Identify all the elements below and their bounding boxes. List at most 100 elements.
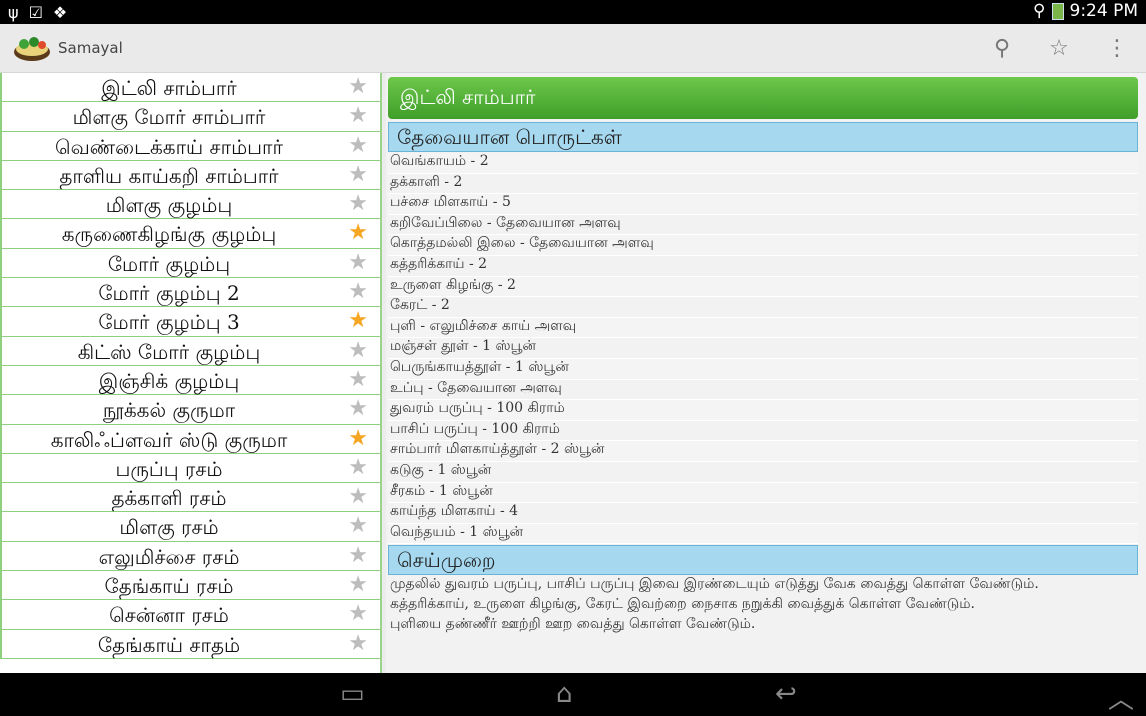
favorite-star-icon[interactable]: ★: [348, 426, 368, 451]
star-icon[interactable]: ☆: [1045, 34, 1073, 62]
status-bar: ψ ☑ ❖ ⚲ 9:24 PM: [0, 0, 1146, 24]
favorite-star-icon[interactable]: ★: [348, 192, 368, 216]
usb-icon: ψ: [8, 3, 19, 22]
recipe-list-item[interactable]: எலுமிச்சை ரசம் ★: [0, 541, 380, 572]
ingredient-item: வெந்தயம் - 1 ஸ்பூன்: [388, 523, 1138, 545]
search-icon[interactable]: ⚲: [988, 34, 1016, 62]
ingredient-item: கறிவேப்பிலை - தேவையான அளவு: [388, 215, 1138, 236]
app-logo-icon[interactable]: [12, 32, 52, 62]
ingredient-item: கேரட் - 2: [388, 297, 1138, 318]
recipe-label: மிளகு ரசம்: [119, 515, 219, 540]
overflow-menu-icon[interactable]: ⋮: [1103, 34, 1131, 62]
recipe-list-item[interactable]: தாளிய காய்கறி சாம்பார் ★: [0, 160, 380, 191]
recipe-label: தேங்காய் சாதம்: [97, 632, 241, 657]
favorite-star-icon[interactable]: ★: [348, 250, 368, 275]
app-title: Samayal: [58, 39, 123, 57]
recipe-list-item[interactable]: மோர் குழம்பு 2 ★: [0, 278, 380, 308]
dropbox-icon: ❖: [52, 3, 68, 22]
action-bar: Samayal ⚲ ☆ ⋮: [0, 24, 1146, 73]
recipe-detail: இட்லி சாம்பார் தேவையான பொருட்கள் வெங்காய…: [386, 73, 1146, 673]
recipe-label: தக்காளி ரசம்: [111, 486, 227, 511]
recipe-list-item[interactable]: மிளகு ரசம் ★: [0, 512, 380, 542]
ingredient-item: தக்காளி - 2: [388, 174, 1138, 195]
recipe-list-item[interactable]: பருப்பு ரசம் ★: [0, 453, 380, 484]
favorite-star-icon[interactable]: ★: [348, 485, 368, 509]
favorite-star-icon[interactable]: ★: [348, 573, 368, 597]
recipe-list-item[interactable]: சென்னா ரசம் ★: [0, 600, 380, 630]
recipe-list-item[interactable]: கிட்ஸ் மோர் குழம்பு ★: [0, 336, 380, 366]
favorite-star-icon[interactable]: ★: [348, 514, 368, 538]
home-icon[interactable]: ⌂: [556, 679, 573, 709]
check-icon: ☑: [28, 3, 43, 22]
recipe-list-item[interactable]: கருணைகிழங்கு குழம்பு ★: [0, 219, 380, 249]
back-icon[interactable]: ↩: [775, 679, 797, 709]
favorite-star-icon[interactable]: ★: [348, 104, 368, 128]
method-step: முதலில் துவரம் பருப்பு, பாசிப் பருப்பு இ…: [390, 576, 1039, 592]
favorite-star-icon[interactable]: ★: [348, 221, 368, 245]
recipe-list-item[interactable]: நூக்கல் குருமா ★: [0, 395, 380, 425]
method-step: கத்தரிக்காய், உருளை கிழங்கு, கேரட் இவற்ற…: [390, 596, 975, 612]
method-heading: செய்முறை: [388, 545, 1138, 575]
method-step: புளியை தண்ணீர் ஊற்றி ஊற வைத்து கொள்ள வேண…: [390, 616, 756, 632]
recipe-label: தேங்காய் ரசம்: [104, 574, 234, 599]
recipe-label: மிளகு மோர் சாம்பார்: [72, 105, 266, 130]
recipe-list-item[interactable]: மிளகு குழம்பு ★: [0, 190, 380, 220]
recipe-list-item[interactable]: தக்காளி ரசம் ★: [0, 483, 380, 513]
favorite-star-icon[interactable]: ★: [348, 162, 368, 187]
ingredient-item: பெருங்காயத்தூள் - 1 ஸ்பூன்: [388, 359, 1138, 380]
ingredient-item: வெங்காயம் - 2: [388, 153, 1138, 174]
recipe-label: சென்னா ரசம்: [109, 603, 229, 628]
recipe-list-item[interactable]: இட்லி சாம்பார் ★: [0, 73, 380, 103]
recipe-label: இஞ்சிக் குழம்பு: [98, 368, 240, 393]
favorite-star-icon[interactable]: ★: [348, 338, 368, 363]
ingredient-item: துவரம் பருப்பு - 100 கிராம்: [388, 400, 1138, 421]
favorite-star-icon[interactable]: ★: [348, 133, 368, 158]
recipe-label: காலிஃப்ளவர் ஸ்டு குருமா: [50, 427, 288, 452]
recipe-label: பருப்பு ரசம்: [115, 456, 223, 481]
ingredient-item: மஞ்சள் தூள் - 1 ஸ்பூன்: [388, 338, 1138, 359]
recipe-list-item[interactable]: மோர் குழம்பு 3 ★: [0, 307, 380, 337]
favorite-star-icon[interactable]: ★: [348, 280, 368, 304]
recipe-list-item[interactable]: காலிஃப்ளவர் ஸ்டு குருமா ★: [0, 424, 380, 454]
recipe-label: மிளகு குழம்பு: [105, 193, 233, 218]
recipe-list-item[interactable]: தேங்காய் சாதம் ★: [0, 629, 380, 659]
ingredient-item: உப்பு - தேவையான அளவு: [388, 380, 1138, 401]
favorite-star-icon[interactable]: ★: [348, 75, 368, 99]
favorite-star-icon[interactable]: ★: [348, 397, 368, 421]
favorite-star-icon[interactable]: ★: [348, 367, 368, 392]
recipe-label: நூக்கல் குருமா: [102, 398, 236, 423]
status-time: 9:24 PM: [1069, 1, 1139, 21]
ingredient-item: சாம்பார் மிளகாய்த்தூள் - 2 ஸ்பூன்: [388, 441, 1138, 462]
navigation-bar: ▭ ⌂ ↩ ︿: [0, 673, 1146, 716]
recipe-label: வெண்டைக்காய் சாம்பார்: [55, 134, 283, 159]
recipe-label: கிட்ஸ் மோர் குழம்பு: [77, 339, 261, 364]
ingredient-item: புளி - எலுமிச்சை காய் அளவு: [388, 317, 1138, 339]
favorite-star-icon[interactable]: ★: [348, 455, 368, 480]
ingredient-item: கடுகு - 1 ஸ்பூன்: [388, 462, 1138, 483]
recipe-label: கருணைகிழங்கு குழம்பு: [61, 222, 277, 247]
ingredient-item: உருளை கிழங்கு - 2: [388, 276, 1138, 298]
recent-apps-icon[interactable]: ▭: [340, 679, 365, 709]
recipe-list-item[interactable]: வெண்டைக்காய் சாம்பார் ★: [0, 131, 380, 161]
favorite-star-icon[interactable]: ★: [348, 631, 368, 656]
ingredient-item: கொத்தமல்லி இலை - தேவையான அளவு: [388, 235, 1138, 256]
recipe-label: மோர் குழம்பு: [107, 251, 231, 276]
favorite-star-icon[interactable]: ★: [348, 309, 368, 333]
recipe-list-item[interactable]: தேங்காய் ரசம் ★: [0, 571, 380, 601]
recipe-label: இட்லி சாம்பார்: [101, 76, 237, 100]
recipe-title: இட்லி சாம்பார்: [388, 77, 1138, 119]
recipe-label: தாளிய காய்கறி சாம்பார்: [59, 163, 279, 188]
recipe-list-item[interactable]: மோர் குழம்பு ★: [0, 248, 380, 279]
recipe-list-item[interactable]: இஞ்சிக் குழம்பு ★: [0, 365, 380, 396]
ingredient-item: காய்ந்த மிளகாய் - 4: [388, 503, 1138, 524]
recipe-list-item[interactable]: மிளகு மோர் சாம்பார் ★: [0, 102, 380, 132]
recipe-label: மோர் குழம்பு 2: [98, 281, 240, 306]
battery-icon: [1051, 2, 1064, 20]
wifi-icon: ⚲: [1033, 1, 1046, 21]
ingredient-item: பச்சை மிளகாய் - 5: [388, 194, 1138, 215]
up-arrow-icon[interactable]: ︿: [1108, 679, 1134, 716]
favorite-star-icon[interactable]: ★: [348, 602, 368, 626]
favorite-star-icon[interactable]: ★: [348, 543, 368, 568]
method-steps: முதலில் துவரம் பருப்பு, பாசிப் பருப்பு இ…: [388, 574, 1138, 634]
ingredient-item: பாசிப் பருப்பு - 100 கிராம்: [388, 421, 1138, 442]
